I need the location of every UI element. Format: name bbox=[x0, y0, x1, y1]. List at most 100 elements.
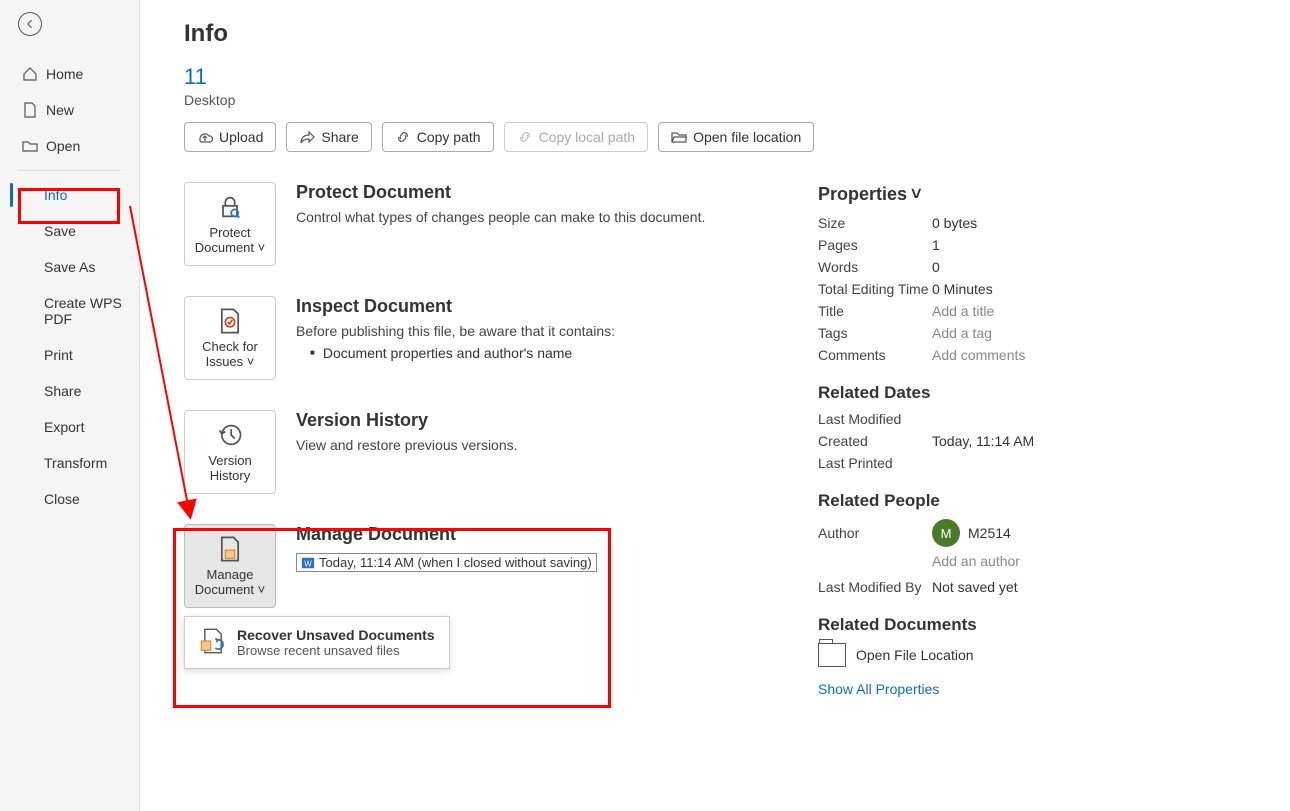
related-documents-heading: Related Documents bbox=[818, 615, 1258, 635]
sidebar-item-label: Home bbox=[46, 66, 83, 82]
new-doc-icon bbox=[22, 102, 38, 118]
section-heading: Inspect Document bbox=[296, 296, 615, 317]
sidebar-item-print[interactable]: Print bbox=[0, 337, 139, 373]
recover-unsaved-docs-item[interactable]: Recover Unsaved Documents Browse recent … bbox=[184, 616, 450, 669]
button-label: Copy local path bbox=[539, 129, 636, 145]
add-author-input[interactable]: Add an author bbox=[932, 553, 1020, 569]
open-file-location-link[interactable]: Open File Location bbox=[818, 643, 1258, 667]
inspect-bullet: Document properties and author's name bbox=[323, 345, 572, 361]
protect-document-button[interactable]: ProtectDocument ˅ bbox=[184, 182, 276, 266]
chevron-down-icon: ˅ bbox=[258, 582, 266, 597]
sidebar-item-label: Info bbox=[44, 187, 67, 203]
button-label: Open file location bbox=[693, 129, 801, 145]
related-dates-heading: Related Dates bbox=[818, 383, 1258, 403]
section-heading: Version History bbox=[296, 410, 518, 431]
prop-key-comments: Comments bbox=[818, 347, 932, 363]
sidebar-item-share[interactable]: Share bbox=[0, 373, 139, 409]
prop-val-size: 0 bytes bbox=[932, 215, 977, 231]
prop-val-pages: 1 bbox=[932, 237, 940, 253]
prop-comments-input[interactable]: Add comments bbox=[932, 347, 1025, 363]
prop-key-tags: Tags bbox=[818, 325, 932, 341]
show-all-properties-link[interactable]: Show All Properties bbox=[818, 681, 1258, 697]
backstage-sidebar: Home New Open Info Save Save As Create W… bbox=[0, 0, 140, 811]
section-description: View and restore previous versions. bbox=[296, 437, 518, 453]
open-file-location-button[interactable]: Open file location bbox=[658, 122, 814, 152]
chevron-down-icon: ˅ bbox=[911, 184, 922, 205]
upload-icon bbox=[197, 129, 213, 145]
prop-val-last-modified-by: Not saved yet bbox=[932, 579, 1018, 595]
sidebar-item-saveas[interactable]: Save As bbox=[0, 249, 139, 285]
sidebar-item-label: Close bbox=[44, 491, 80, 507]
document-recover-icon bbox=[199, 627, 227, 655]
autosave-version-entry[interactable]: W Today, 11:14 AM (when I closed without… bbox=[296, 553, 597, 572]
sidebar-item-close[interactable]: Close bbox=[0, 481, 139, 517]
prop-val-editing-time: 0 Minutes bbox=[932, 281, 993, 297]
sidebar-item-open[interactable]: Open bbox=[0, 128, 139, 164]
home-icon bbox=[22, 66, 38, 82]
folder-open-icon bbox=[671, 129, 687, 145]
prop-key-words: Words bbox=[818, 259, 932, 275]
sidebar-item-label: Open bbox=[46, 138, 80, 154]
sidebar-item-save[interactable]: Save bbox=[0, 213, 139, 249]
chevron-down-icon: ˅ bbox=[258, 240, 266, 255]
document-manage-icon bbox=[216, 535, 244, 563]
prop-key-title: Title bbox=[818, 303, 932, 319]
sidebar-item-home[interactable]: Home bbox=[0, 56, 139, 92]
avatar: M bbox=[932, 519, 960, 547]
check-for-issues-button[interactable]: Check forIssues ˅ bbox=[184, 296, 276, 380]
clock-history-icon bbox=[216, 421, 244, 449]
copy-path-button[interactable]: Copy path bbox=[382, 122, 494, 152]
file-name: 11 bbox=[184, 64, 1246, 90]
back-arrow-icon bbox=[24, 18, 36, 30]
document-check-icon bbox=[216, 307, 244, 335]
upload-button[interactable]: Upload bbox=[184, 122, 276, 152]
version-entry-label: Today, 11:14 AM (when I closed without s… bbox=[319, 555, 592, 570]
chevron-down-icon: ˅ bbox=[247, 354, 255, 369]
back-button[interactable] bbox=[18, 12, 42, 36]
properties-panel: Properties ˅ Size0 bytes Pages1 Words0 T… bbox=[818, 184, 1258, 697]
prop-key-size: Size bbox=[818, 215, 932, 231]
copy-local-path-button: Copy local path bbox=[504, 122, 649, 152]
prop-val-created: Today, 11:14 AM bbox=[932, 433, 1034, 449]
prop-key-last-modified: Last Modified bbox=[818, 411, 932, 427]
page-title: Info bbox=[184, 20, 1246, 48]
section-heading: Protect Document bbox=[296, 182, 705, 203]
file-location: Desktop bbox=[184, 92, 1246, 108]
prop-key-last-modified-by: Last Modified By bbox=[818, 579, 932, 595]
prop-val-words: 0 bbox=[932, 259, 940, 275]
sidebar-item-label: Share bbox=[44, 383, 81, 399]
button-label: Copy path bbox=[417, 129, 481, 145]
sidebar-item-transform[interactable]: Transform bbox=[0, 445, 139, 481]
sidebar-item-label: Print bbox=[44, 347, 73, 363]
button-label: Upload bbox=[219, 129, 263, 145]
prop-title-input[interactable]: Add a title bbox=[932, 303, 994, 319]
info-toolbar: Upload Share Copy path Copy local path O… bbox=[184, 122, 1246, 152]
properties-heading-button[interactable]: Properties ˅ bbox=[818, 184, 922, 205]
sidebar-item-label: New bbox=[46, 102, 74, 118]
svg-text:W: W bbox=[304, 559, 312, 568]
sidebar-item-label: Save As bbox=[44, 259, 95, 275]
version-history-button[interactable]: VersionHistory bbox=[184, 410, 276, 494]
folder-icon bbox=[818, 643, 846, 667]
open-file-location-label: Open File Location bbox=[856, 647, 974, 663]
prop-key-author: Author bbox=[818, 525, 932, 541]
sidebar-item-label: Transform bbox=[44, 455, 107, 471]
link-icon bbox=[517, 129, 533, 145]
recover-description: Browse recent unsaved files bbox=[237, 643, 435, 658]
section-description: Control what types of changes people can… bbox=[296, 209, 705, 225]
share-icon bbox=[299, 129, 315, 145]
sidebar-item-info[interactable]: Info bbox=[0, 177, 139, 213]
sidebar-item-export[interactable]: Export bbox=[0, 409, 139, 445]
sidebar-separator bbox=[18, 170, 121, 171]
link-icon bbox=[395, 129, 411, 145]
sidebar-item-create-wps-pdf[interactable]: Create WPS PDF bbox=[0, 285, 139, 337]
manage-document-button[interactable]: ManageDocument ˅ bbox=[184, 524, 276, 608]
word-doc-icon: W bbox=[301, 556, 315, 570]
open-folder-icon bbox=[22, 138, 38, 154]
share-button[interactable]: Share bbox=[286, 122, 371, 152]
related-people-heading: Related People bbox=[818, 491, 1258, 511]
sidebar-item-new[interactable]: New bbox=[0, 92, 139, 128]
prop-tags-input[interactable]: Add a tag bbox=[932, 325, 992, 341]
author-chip[interactable]: M M2514 bbox=[932, 519, 1011, 547]
prop-key-created: Created bbox=[818, 433, 932, 449]
